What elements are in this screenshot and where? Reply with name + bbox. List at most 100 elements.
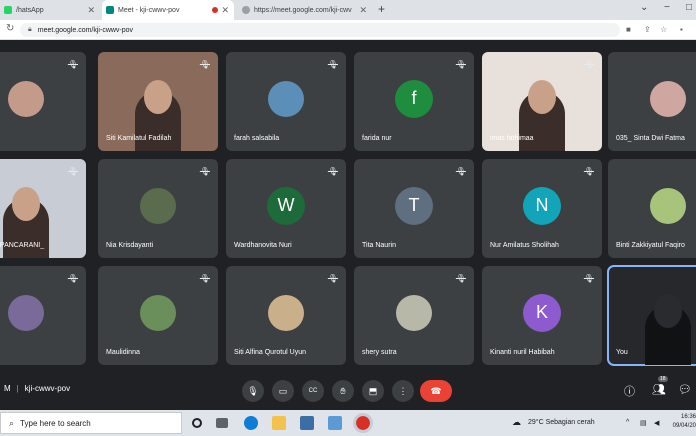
more-options-button[interactable]: ⋮ <box>392 380 414 402</box>
participant-tile[interactable]: 🎙︎liwi68 <box>0 52 86 151</box>
maximize-icon[interactable]: □ <box>686 2 692 13</box>
tab-whatsapp[interactable]: /hatsApp ✕ <box>0 0 100 20</box>
mic-off-icon: 🎙︎ <box>199 60 210 69</box>
participant-name: imas fathimaa <box>490 135 534 142</box>
participant-name: MAYNA PANCARANI_ <box>0 242 45 249</box>
mic-off-icon: 🎙︎ <box>327 167 338 176</box>
chat-icon[interactable]: 💬︎ <box>678 383 692 396</box>
close-tab-icon[interactable]: ✕ <box>221 5 229 15</box>
avatar <box>268 80 304 117</box>
camera-in-use-icon[interactable]: ■ <box>626 25 631 34</box>
network-icon[interactable]: ▤ <box>640 419 647 427</box>
participant-name: Siti Kamilatul Fadilah <box>106 135 172 142</box>
participant-name: Nia Krisdayanti <box>106 242 154 249</box>
participant-name: Wardhanovita Nuri <box>234 242 292 249</box>
taskbar-search[interactable]: ⌕ Type here to search <box>0 412 182 434</box>
address-bar: ↻ 🔒︎ meet.google.com/kji-cwwv-pov ■ ⇪ ☆ … <box>0 20 696 40</box>
mic-off-icon: 🎙︎ <box>67 274 78 283</box>
camera-button[interactable]: ▭ <box>272 380 294 402</box>
self-tile[interactable]: You <box>607 265 696 366</box>
participant-tile[interactable]: W 🎙︎ Wardhanovita Nuri <box>226 159 346 258</box>
participant-tile[interactable]: 🎙︎ imas fathimaa <box>482 52 602 151</box>
task-view-icon[interactable] <box>216 418 228 428</box>
participant-name: farah salsabila <box>234 135 280 142</box>
mic-icon: 🎙︎ <box>247 385 259 396</box>
chevron-up-icon[interactable]: ^ <box>626 419 629 426</box>
present-button[interactable]: ⬒ <box>362 380 384 402</box>
participant-name: farida nur <box>362 135 392 142</box>
system-clock[interactable]: 16:36 09/04/20 <box>668 413 696 431</box>
camera-icon: ▭ <box>278 385 288 396</box>
participant-tile[interactable]: 🎙︎ MAYNA PANCARANI_ <box>0 159 86 258</box>
store-icon[interactable] <box>300 416 314 430</box>
bookmark-star-icon[interactable]: ☆ <box>660 25 667 34</box>
chevron-down-icon[interactable]: ⌄ <box>640 2 648 13</box>
mic-off-icon: 🎙︎ <box>583 167 594 176</box>
info-icon[interactable]: ⓘ <box>624 383 635 399</box>
minimize-icon[interactable]: − <box>664 2 670 13</box>
lock-icon[interactable]: 🔒︎ <box>28 26 32 34</box>
participant-name: Siti Alfina Qurotul Uyun <box>234 349 306 356</box>
avatar <box>268 294 304 331</box>
mic-button[interactable]: 🎙︎ <box>242 380 264 402</box>
raise-hand-button[interactable]: ✋︎ <box>332 380 354 402</box>
mic-off-icon: 🎙︎ <box>199 167 210 176</box>
share-icon[interactable]: ⇪ <box>644 25 651 34</box>
participant-tile[interactable]: 🎙︎ Maulidinna <box>98 266 218 365</box>
profile-icon[interactable]: ▪ <box>680 25 683 34</box>
taskbar: ⌕ Type here to search ☁︎ 29°C Sebagian c… <box>0 410 696 436</box>
participant-tile[interactable]: 🎙︎imah <box>0 266 86 365</box>
mic-off-icon: 🎙︎ <box>327 60 338 69</box>
participant-tile[interactable]: 🎙︎ Siti Kamilatul Fadilah <box>98 52 218 151</box>
video-face <box>12 187 40 221</box>
edge-icon[interactable] <box>244 416 258 430</box>
tab-title: https://meet.google.com/kji-cwv <box>254 6 352 14</box>
new-tab-button[interactable]: + <box>378 2 385 16</box>
whatsapp-icon <box>4 6 12 14</box>
mic-off-icon: 🎙︎ <box>67 60 78 69</box>
avatar <box>140 294 176 331</box>
participant-tile[interactable]: N 🎙︎ Nur Amilatus Sholihah <box>482 159 602 258</box>
volume-icon[interactable]: ◀︎ <box>654 419 659 427</box>
weather-text[interactable]: 29°C Sebagian cerah <box>528 419 595 426</box>
mic-off-icon: 🎙︎ <box>455 167 466 176</box>
url-field[interactable]: 🔒︎ meet.google.com/kji-cwwv-pov <box>20 23 620 37</box>
participant-tile[interactable]: 🎙︎Binti Zakkiyatul Faqiro <box>608 159 696 258</box>
tab-meet[interactable]: Meet - kji-cwwv-pov ✕ <box>102 0 234 20</box>
mic-off-icon: 🎙︎ <box>583 274 594 283</box>
globe-icon <box>242 6 250 14</box>
participant-name: Tita Naurin <box>362 242 396 249</box>
people-icon[interactable]: 👥︎ <box>652 383 666 396</box>
captions-button[interactable]: CC <box>302 380 324 402</box>
mic-off-icon: 🎙︎ <box>67 167 78 176</box>
participant-tile[interactable]: 🎙︎ shery sutra <box>354 266 474 365</box>
file-explorer-icon[interactable] <box>272 416 286 430</box>
mic-off-icon: 🎙︎ <box>455 274 466 283</box>
browser-tab-strip: /hatsApp ✕ Meet - kji-cwwv-pov ✕ https:/… <box>0 0 696 20</box>
avatar <box>650 80 686 117</box>
meeting-time: M <box>4 384 11 393</box>
video-face <box>528 80 556 114</box>
chrome-icon[interactable] <box>353 413 373 433</box>
participant-tile[interactable]: T 🎙︎ Tita Naurin <box>354 159 474 258</box>
end-call-button[interactable]: ☎︎ <box>420 380 452 402</box>
participant-tile[interactable]: 🎙︎035_ Sinta Dwi Fatma <box>608 52 696 151</box>
participant-tile[interactable]: K 🎙︎ Kinanti nuril Habibah <box>482 266 602 365</box>
participant-tile[interactable]: 🎙︎ farah salsabila <box>226 52 346 151</box>
tab-meet-link[interactable]: https://meet.google.com/kji-cwv ✕ <box>238 0 372 20</box>
participant-grid: 🎙︎liwi68🎙︎Siti Kamilatul Fadilah🎙︎farah … <box>0 40 696 410</box>
search-icon: ⌕ <box>9 417 15 428</box>
cortana-icon[interactable] <box>192 418 202 428</box>
participant-tile[interactable]: 🎙︎ Nia Krisdayanti <box>98 159 218 258</box>
participant-tile[interactable]: 🎙︎ Siti Alfina Qurotul Uyun <box>226 266 346 365</box>
weather-icon[interactable]: ☁︎ <box>512 417 521 428</box>
tab-title: Meet - kji-cwwv-pov <box>118 6 180 14</box>
recording-indicator-icon <box>212 7 218 13</box>
avatar: W <box>267 186 305 225</box>
participant-tile[interactable]: f 🎙︎ farida nur <box>354 52 474 151</box>
close-tab-icon[interactable]: ✕ <box>359 5 367 15</box>
mail-icon[interactable] <box>328 416 342 430</box>
close-tab-icon[interactable]: ✕ <box>87 5 95 15</box>
search-placeholder: Type here to search <box>20 418 91 428</box>
reload-icon[interactable]: ↻ <box>6 23 14 34</box>
